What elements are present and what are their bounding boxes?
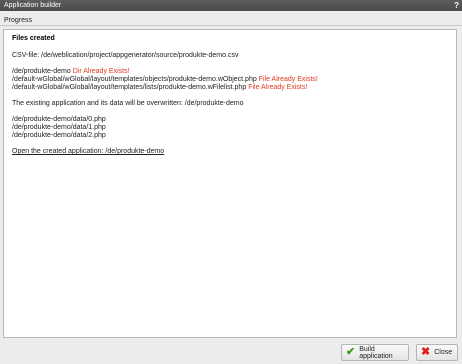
entry-line: /default-wGlobal/wGlobal/layout/template… — [12, 76, 448, 84]
entry-path: /de/produkte-demo — [12, 68, 71, 75]
build-application-button[interactable]: ✔ Build application — [341, 344, 409, 361]
help-button[interactable]: ? — [454, 0, 459, 11]
data-file-line: /de/produkte-demo/data/1.php — [12, 124, 106, 131]
data-file-line: /de/produkte-demo/data/0.php — [12, 116, 106, 123]
section-label: Progress — [4, 17, 33, 24]
csv-file-line: CSV-file: /de/weblication/project/appgen… — [12, 52, 239, 59]
panel-heading: Files created — [12, 35, 55, 42]
close-button[interactable]: ✖ Close — [416, 344, 458, 361]
window-title: Application builder — [4, 2, 62, 9]
entry-line: /de/produkte-demo Dir Already Exists! — [12, 68, 448, 76]
overwrite-notice: The existing application and its data wi… — [12, 100, 244, 107]
progress-panel: Files created CSV-file: /de/weblication/… — [3, 29, 457, 338]
data-file-line: /de/produkte-demo/data/2.php — [12, 132, 106, 139]
entry-status: File Already Exists! — [248, 84, 308, 91]
close-button-label: Close — [434, 349, 453, 356]
title-bar: Application builder ? — [0, 0, 462, 11]
checkmark-icon: ✔ — [346, 346, 356, 358]
footer-bar: ✔ Build application ✖ Close — [0, 338, 462, 364]
divider — [0, 25, 462, 26]
entry-status: Dir Already Exists! — [72, 68, 130, 75]
open-application-link[interactable]: Open the created application: /de/produk… — [12, 148, 164, 155]
entry-status: File Already Exists! — [258, 76, 318, 83]
entry-line: /default-wGlobal/wGlobal/layout/template… — [12, 84, 448, 92]
entry-path: /default-wGlobal/wGlobal/layout/template… — [12, 84, 247, 91]
build-button-label: Build application — [359, 345, 393, 360]
entry-path: /default-wGlobal/wGlobal/layout/template… — [12, 76, 257, 83]
x-icon: ✖ — [421, 346, 431, 358]
